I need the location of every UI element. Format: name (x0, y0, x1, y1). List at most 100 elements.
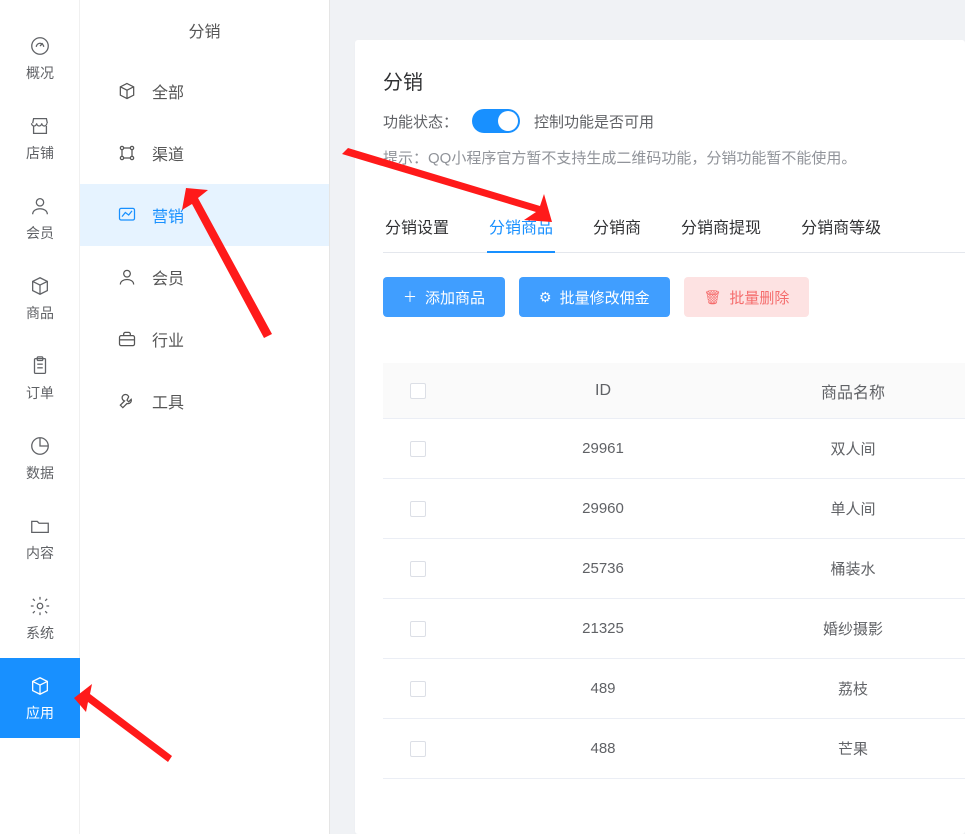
sec-item-industry[interactable]: 行业 (80, 308, 329, 370)
box-icon (28, 274, 52, 298)
tab-settings[interactable]: 分销设置 (383, 204, 451, 252)
page-title: 分销 (383, 66, 965, 95)
gear-icon (28, 594, 52, 618)
share-icon (116, 142, 138, 164)
cell-id: 25736 (453, 560, 753, 577)
shop-icon (28, 114, 52, 138)
tip-row: 提示：QQ小程序官方暂不支持生成二维码功能，分销功能暂不能使用。 (383, 147, 965, 168)
plus-icon: ＋ (403, 287, 417, 307)
add-goods-button[interactable]: ＋ 添加商品 (383, 277, 505, 317)
tabs: 分销设置 分销商品 分销商 分销商提现 分销商等级 (383, 204, 965, 253)
cell-name: 双人间 (753, 438, 965, 459)
wrench-icon (116, 390, 138, 412)
table-header: ID 商品名称 (383, 363, 965, 419)
cell-name: 桶装水 (753, 558, 965, 579)
nav-label: 内容 (26, 543, 54, 563)
status-label: 功能状态： (383, 111, 458, 132)
nav-label: 订单 (26, 383, 54, 403)
row-checkbox[interactable] (410, 741, 426, 757)
cell-id: 21325 (453, 620, 753, 637)
tab-goods[interactable]: 分销商品 (487, 204, 555, 252)
sec-item-tools[interactable]: 工具 (80, 370, 329, 432)
nav-label: 概况 (26, 63, 54, 83)
status-hint: 控制功能是否可用 (534, 111, 654, 132)
sidebar-secondary: 分销 全部 渠道 营销 会员 (80, 0, 330, 834)
trash-icon: 🗑 (704, 289, 722, 306)
sec-item-label: 全部 (152, 79, 184, 103)
cube-icon (28, 674, 52, 698)
chart-icon (116, 204, 138, 226)
tab-levels[interactable]: 分销商等级 (799, 204, 883, 252)
main: 分销 功能状态： 控制功能是否可用 提示：QQ小程序官方暂不支持生成二维码功能，… (330, 0, 965, 834)
table-row: 25736 桶装水 (383, 539, 965, 599)
sec-item-label: 工具 (152, 389, 184, 413)
nav-order[interactable]: 订单 (0, 338, 80, 418)
bulk-delete-button[interactable]: 🗑 批量删除 (684, 277, 810, 317)
row-checkbox[interactable] (410, 621, 426, 637)
btn-label: 批量删除 (729, 287, 789, 308)
cell-name: 芒果 (753, 738, 965, 759)
cell-id: 29961 (453, 440, 753, 457)
sec-item-label: 营销 (152, 203, 184, 227)
briefcase-icon (116, 328, 138, 350)
folder-icon (28, 514, 52, 538)
table-row: 29961 双人间 (383, 419, 965, 479)
bulk-commission-button[interactable]: ⚙ 批量修改佣金 (519, 277, 670, 317)
button-row: ＋ 添加商品 ⚙ 批量修改佣金 🗑 批量删除 (383, 277, 965, 317)
nav-label: 系统 (26, 623, 54, 643)
table-row: 21325 婚纱摄影 (383, 599, 965, 659)
tip-label: 提示： (383, 150, 428, 167)
nav-content[interactable]: 内容 (0, 498, 80, 578)
cell-id: 29960 (453, 500, 753, 517)
dashboard-icon (28, 34, 52, 58)
nav-label: 店铺 (26, 143, 54, 163)
sec-item-label: 行业 (152, 327, 184, 351)
tab-withdraw[interactable]: 分销商提现 (679, 204, 763, 252)
status-row: 功能状态： 控制功能是否可用 (383, 109, 965, 133)
nav-shop[interactable]: 店铺 (0, 98, 80, 178)
sec-item-marketing[interactable]: 营销 (80, 184, 329, 246)
goods-table: ID 商品名称 29961 双人间 29960 单人间 (383, 363, 965, 779)
section: 分销设置 分销商品 分销商 分销商提现 分销商等级 ＋ 添加商品 ⚙ 批量修改佣… (383, 204, 965, 779)
cell-name: 荔枝 (753, 678, 965, 699)
tab-distributors[interactable]: 分销商 (591, 204, 643, 252)
nav-apps[interactable]: 应用 (0, 658, 80, 738)
row-checkbox[interactable] (410, 501, 426, 517)
th-name: 商品名称 (753, 379, 965, 403)
piechart-icon (28, 434, 52, 458)
sec-item-channel[interactable]: 渠道 (80, 122, 329, 184)
nav-goods[interactable]: 商品 (0, 258, 80, 338)
select-all-checkbox[interactable] (410, 383, 426, 399)
cell-name: 单人间 (753, 498, 965, 519)
secondary-title: 分销 (80, 6, 329, 60)
table-row: 29960 单人间 (383, 479, 965, 539)
page: 分销 功能状态： 控制功能是否可用 提示：QQ小程序官方暂不支持生成二维码功能，… (355, 40, 965, 834)
gear-icon: ⚙ (539, 289, 552, 306)
row-checkbox[interactable] (410, 561, 426, 577)
user-icon (116, 266, 138, 288)
clipboard-icon (28, 354, 52, 378)
sidebar-primary: 概况 店铺 会员 商品 订单 (0, 0, 80, 834)
cell-id: 489 (453, 680, 753, 697)
nav-system[interactable]: 系统 (0, 578, 80, 658)
nav-data[interactable]: 数据 (0, 418, 80, 498)
user-icon (28, 194, 52, 218)
tip-text: QQ小程序官方暂不支持生成二维码功能，分销功能暂不能使用。 (428, 150, 856, 167)
row-checkbox[interactable] (410, 441, 426, 457)
btn-label: 批量修改佣金 (560, 287, 650, 308)
nav-label: 应用 (26, 703, 54, 723)
sec-item-member[interactable]: 会员 (80, 246, 329, 308)
sec-item-label: 会员 (152, 265, 184, 289)
table-row: 489 荔枝 (383, 659, 965, 719)
table-row: 488 芒果 (383, 719, 965, 779)
btn-label: 添加商品 (425, 287, 485, 308)
nav-member[interactable]: 会员 (0, 178, 80, 258)
box-icon (116, 80, 138, 102)
sec-item-all[interactable]: 全部 (80, 60, 329, 122)
feature-switch[interactable] (472, 109, 520, 133)
sec-item-label: 渠道 (152, 141, 184, 165)
row-checkbox[interactable] (410, 681, 426, 697)
nav-label: 数据 (26, 463, 54, 483)
cell-name: 婚纱摄影 (753, 618, 965, 639)
nav-overview[interactable]: 概况 (0, 18, 80, 98)
